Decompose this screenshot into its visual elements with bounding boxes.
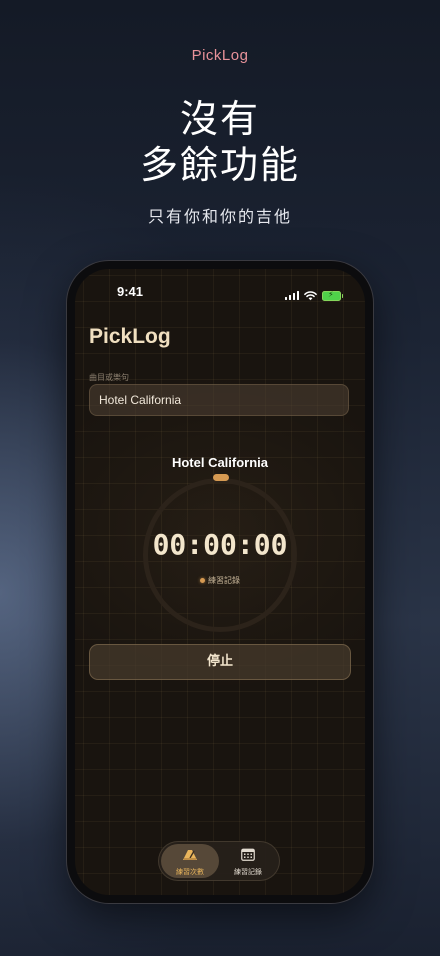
promo-headline: 沒有 多餘功能 (0, 96, 440, 188)
promo-tagline: 只有你和你的吉他 (147, 207, 292, 226)
current-song-title: Hotel California (171, 455, 269, 470)
app-screen: 9:41 ⚡ PickLog 曲目或樂句 Hotel California Ho… (75, 269, 365, 895)
phone-frame: 9:41 ⚡ PickLog 曲目或樂句 Hotel California Ho… (67, 261, 373, 903)
status-time: 9:41 (117, 284, 144, 299)
headline-line-2: 多餘功能 (139, 143, 300, 187)
headline-line-1: 沒有 (179, 97, 260, 141)
tab-practice-count[interactable]: 練習次數 (161, 844, 219, 878)
brand-label: PickLog (191, 47, 249, 64)
timer-status-label: 練習記錄 (208, 576, 240, 585)
battery-charging-icon: ⚡ (322, 290, 343, 301)
metronome-icon (182, 846, 198, 865)
tab-label: 練習記錄 (234, 867, 262, 876)
calendar-icon (241, 846, 255, 865)
song-input[interactable]: Hotel California (89, 384, 349, 416)
tab-label: 練習次數 (176, 867, 204, 876)
app-title: PickLog (89, 325, 171, 348)
tab-bar: 練習次數 練習記錄 (158, 841, 280, 881)
timer-status: 練習記錄 (75, 575, 365, 586)
timer-progress-marker (213, 474, 229, 481)
cellular-signal-icon (284, 291, 299, 300)
recording-dot-icon (200, 578, 205, 583)
timer-display: 00:00:00 (152, 528, 288, 561)
song-field-label: 曲目或樂句 (89, 373, 129, 382)
wifi-icon (304, 286, 317, 305)
stop-button[interactable]: 停止 (89, 644, 351, 680)
tab-practice-log[interactable]: 練習記錄 (219, 844, 277, 878)
status-icons: ⚡ (284, 286, 343, 305)
